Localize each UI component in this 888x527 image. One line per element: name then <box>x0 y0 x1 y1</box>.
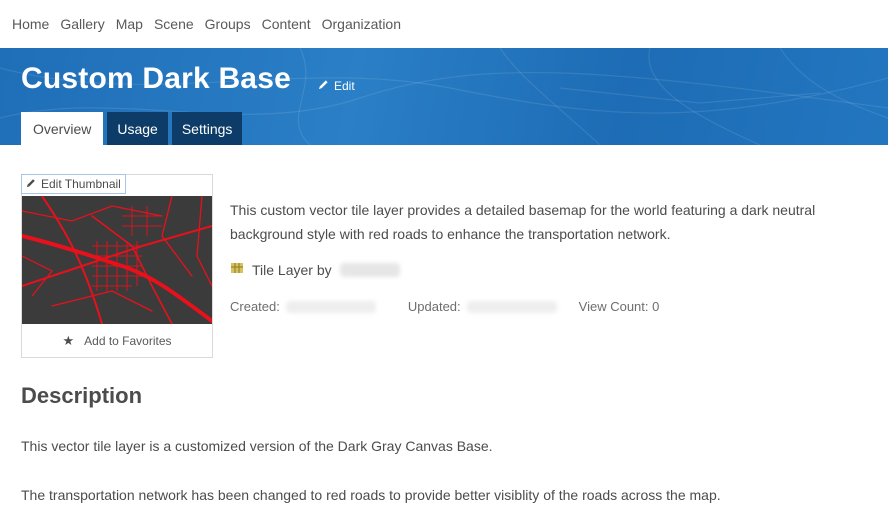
description-paragraph: The transportation network has been chan… <box>21 487 721 503</box>
thumbnail-map-image <box>22 196 212 324</box>
add-to-favorites-label: Add to Favorites <box>84 334 172 348</box>
item-summary: This custom vector tile layer provides a… <box>230 202 816 242</box>
nav-groups[interactable]: Groups <box>205 16 251 32</box>
nav-organization[interactable]: Organization <box>322 16 401 32</box>
page-title: Custom Dark Base <box>21 62 291 95</box>
updated-label: Updated: <box>407 299 461 314</box>
pencil-icon <box>26 177 36 191</box>
star-icon: ★ <box>62 333 75 348</box>
dark-basemap-preview <box>22 196 212 324</box>
nav-map[interactable]: Map <box>116 16 143 32</box>
item-metadata: Created: Updated: View Count: 0 <box>230 299 659 314</box>
edit-title-button[interactable]: Edit <box>318 79 355 93</box>
item-type-line: Tile Layer by <box>230 261 400 278</box>
pencil-icon <box>318 79 329 93</box>
edit-thumbnail-label: Edit Thumbnail <box>41 177 121 191</box>
nav-home[interactable]: Home <box>12 16 49 32</box>
item-header-banner: Custom Dark Base Edit Overview Usage Set… <box>0 48 888 145</box>
item-tabs: Overview Usage Settings <box>21 112 243 145</box>
nav-scene[interactable]: Scene <box>154 16 194 32</box>
nav-content[interactable]: Content <box>262 16 311 32</box>
item-type-label: Tile Layer by <box>252 261 332 278</box>
top-navigation: Home Gallery Map Scene Groups Content Or… <box>0 0 888 48</box>
tab-usage[interactable]: Usage <box>107 112 168 145</box>
created-date-redacted <box>285 300 376 313</box>
edit-thumbnail-button[interactable]: Edit Thumbnail <box>21 174 126 194</box>
add-to-favorites-button[interactable]: ★ Add to Favorites <box>22 326 212 356</box>
description-heading: Description <box>21 383 143 408</box>
view-count: View Count: 0 <box>578 299 660 314</box>
updated-date-redacted <box>466 300 557 313</box>
description-paragraph: This vector tile layer is a customized v… <box>21 438 493 454</box>
owner-name-redacted[interactable] <box>339 262 400 277</box>
nav-gallery[interactable]: Gallery <box>60 16 104 32</box>
tile-layer-icon <box>230 261 244 278</box>
tab-settings[interactable]: Settings <box>171 112 243 145</box>
edit-title-label: Edit <box>334 79 355 93</box>
tab-overview[interactable]: Overview <box>21 112 104 145</box>
created-label: Created: <box>230 299 280 314</box>
